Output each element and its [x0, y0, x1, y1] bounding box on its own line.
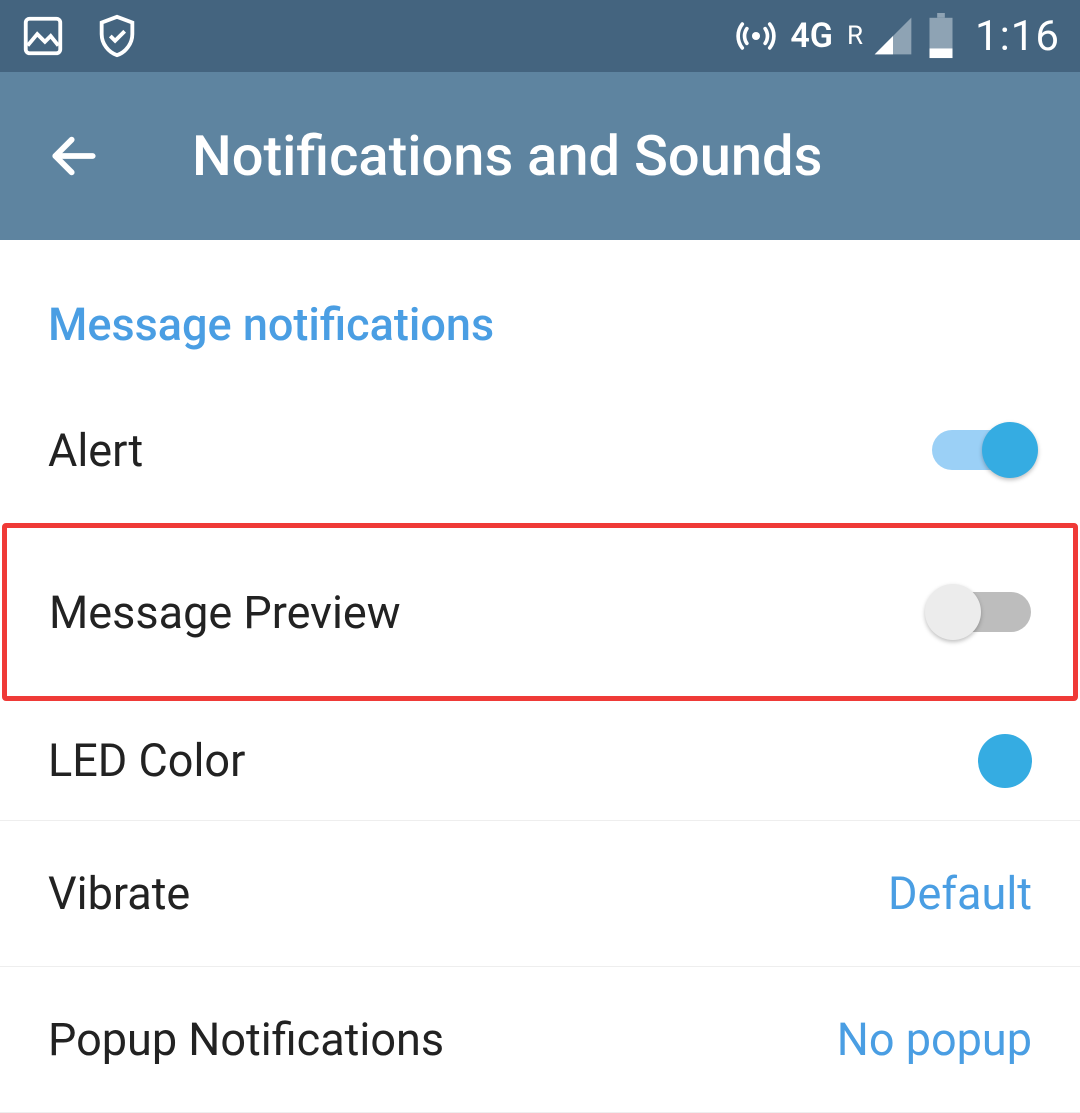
signal-icon [871, 14, 915, 58]
hotspot-icon [734, 14, 778, 58]
highlight-message-preview: Message Preview [2, 523, 1078, 701]
status-bar: 4G R 1:16 [0, 0, 1080, 72]
switch-thumb [925, 584, 981, 640]
app-bar: Notifications and Sounds [0, 72, 1080, 240]
settings-content: Message notifications Alert Message Prev… [0, 240, 1080, 1113]
section-header-message-notifications: Message notifications [0, 240, 1080, 377]
row-value-vibrate: Default [888, 867, 1032, 920]
back-button[interactable] [46, 128, 102, 184]
page-title: Notifications and Sounds [192, 123, 822, 189]
row-label-vibrate: Vibrate [48, 867, 190, 920]
row-vibrate[interactable]: Vibrate Default [0, 821, 1080, 967]
status-right: 4G R 1:16 [734, 12, 1060, 61]
switch-alert[interactable] [932, 430, 1032, 470]
row-label-message-preview: Message Preview [49, 586, 401, 639]
switch-thumb [982, 422, 1038, 478]
row-alert[interactable]: Alert [0, 377, 1080, 523]
clock-time: 1:16 [975, 12, 1060, 61]
row-led-color[interactable]: LED Color [0, 701, 1080, 821]
status-left [20, 13, 140, 59]
shield-check-icon [94, 13, 140, 59]
row-label-popup: Popup Notifications [48, 1013, 444, 1066]
image-icon [20, 13, 66, 59]
row-value-popup: No popup [837, 1013, 1032, 1066]
row-label-alert: Alert [48, 424, 143, 477]
row-label-led-color: LED Color [48, 734, 245, 787]
row-popup-notifications[interactable]: Popup Notifications No popup [0, 967, 1080, 1113]
led-color-indicator [978, 734, 1032, 788]
battery-icon [927, 13, 955, 59]
network-label: 4G [790, 16, 833, 56]
switch-message-preview[interactable] [931, 592, 1031, 632]
roaming-label: R [847, 21, 863, 51]
row-message-preview[interactable]: Message Preview [49, 528, 1031, 696]
